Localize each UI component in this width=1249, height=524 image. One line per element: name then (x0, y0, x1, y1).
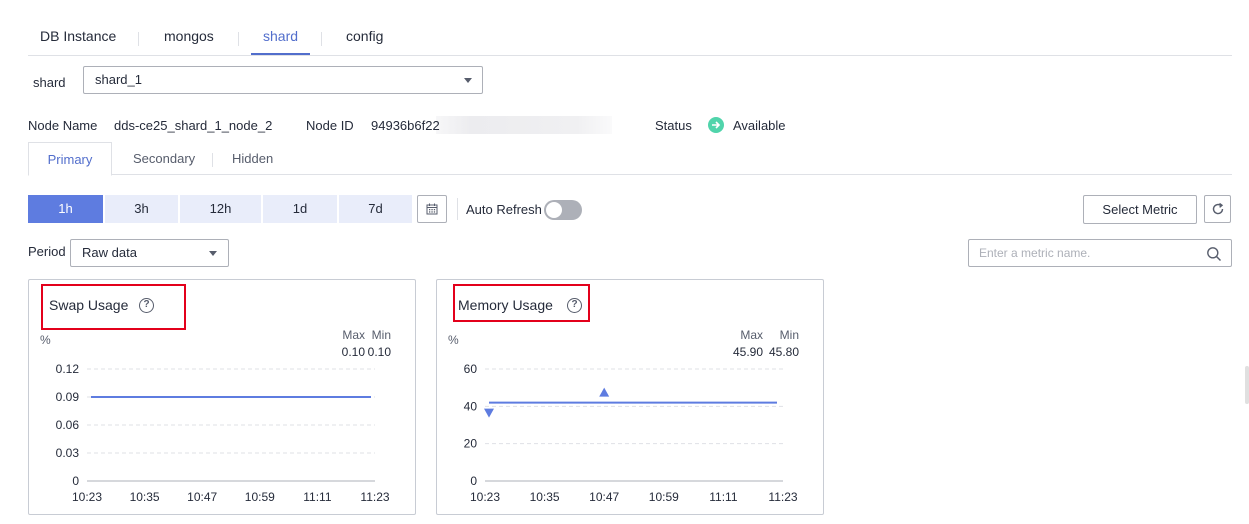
y-tick-label: 60 (464, 362, 478, 376)
range-1d-button[interactable]: 1d (263, 195, 337, 223)
search-icon[interactable] (1206, 246, 1222, 262)
top-tab-bar: DB Instance mongos shard config (28, 28, 1232, 56)
chevron-down-icon (464, 78, 472, 83)
range-7d-button[interactable]: 7d (339, 195, 412, 223)
x-tick-label: 11:23 (768, 490, 797, 504)
x-tick-label: 10:35 (130, 490, 160, 504)
y-tick-label: 0.12 (56, 362, 80, 376)
y-tick-label: 0 (470, 474, 477, 488)
auto-refresh-label: Auto Refresh (466, 202, 542, 217)
toolbar-divider (457, 198, 458, 220)
refresh-button[interactable] (1204, 195, 1231, 223)
shard-select[interactable]: shard_1 (83, 66, 483, 94)
min-label: Min (780, 328, 799, 342)
x-tick-label: 11:23 (360, 490, 389, 504)
scrollbar-handle[interactable] (1245, 366, 1249, 404)
x-tick-label: 10:35 (530, 490, 560, 504)
x-tick-label: 10:47 (187, 490, 217, 504)
x-tick-label: 10:47 (589, 490, 619, 504)
min-value: 45.80 (769, 345, 799, 359)
swap-usage-chart: % Max Min 0.10 0.10 0.12 0.09 0.06 0.03 0 10:23 10:… (40, 328, 392, 504)
toggle-knob (546, 202, 562, 218)
max-label: Max (342, 328, 365, 342)
calendar-button[interactable] (417, 195, 447, 223)
min-label: Min (372, 328, 391, 342)
node-id-redaction (436, 116, 612, 134)
metric-search-box (968, 239, 1232, 267)
tab-divider (138, 32, 139, 46)
min-marker (484, 408, 494, 418)
refresh-icon (1212, 202, 1223, 215)
y-tick-label: 0 (72, 474, 79, 488)
x-tick-label: 10:23 (72, 490, 102, 504)
auto-refresh-toggle[interactable] (544, 200, 582, 220)
y-tick-label: 0.09 (56, 390, 80, 404)
tab-divider (321, 32, 322, 46)
tab-db-instance[interactable]: DB Instance (40, 28, 116, 44)
x-tick-label: 10:59 (649, 490, 679, 504)
tab-shard[interactable]: shard (263, 28, 298, 44)
tab-hidden[interactable]: Hidden (232, 151, 273, 166)
period-select[interactable]: Raw data (70, 239, 229, 267)
status-value: Available (733, 118, 786, 133)
node-id-label: Node ID (306, 118, 354, 133)
active-tab-indicator (251, 53, 310, 55)
status-label: Status (655, 118, 692, 133)
tab-divider (212, 153, 213, 167)
node-name-value: dds-ce25_shard_1_node_2 (114, 118, 273, 133)
range-12h-button[interactable]: 12h (180, 195, 261, 223)
node-name-label: Node Name (28, 118, 98, 133)
period-label: Period (28, 244, 66, 259)
x-tick-label: 10:59 (245, 490, 275, 504)
calendar-icon (426, 203, 438, 215)
metric-search-input[interactable] (979, 240, 1199, 266)
x-tick-label: 11:11 (709, 490, 738, 504)
tab-mongos[interactable]: mongos (164, 28, 214, 44)
memory-usage-chart: % Max Min 45.90 45.80 60 40 20 0 10:23 10:35 10:47 1… (448, 328, 799, 504)
y-tick-label: 0.06 (56, 418, 80, 432)
range-3h-button[interactable]: 3h (105, 195, 178, 223)
memory-usage-chart-card: Memory Usage ? % Max Min 45.90 45.80 60 40 20 0 1… (436, 279, 824, 515)
node-id-value: 94936b6f22 (371, 118, 440, 133)
tab-secondary[interactable]: Secondary (133, 151, 195, 166)
max-label: Max (740, 328, 763, 342)
x-tick-label: 11:11 (303, 490, 332, 504)
swap-usage-chart-card: Swap Usage ? % Max Min 0.10 0.10 0.12 0.09 0.06… (28, 279, 416, 515)
chevron-down-icon (209, 251, 217, 256)
max-value: 45.90 (733, 345, 763, 359)
shard-select-value: shard_1 (95, 72, 142, 87)
y-unit-label: % (448, 333, 459, 347)
y-tick-label: 40 (464, 399, 478, 413)
shard-label: shard (33, 75, 66, 90)
tab-primary[interactable]: Primary (28, 142, 112, 176)
tab-config[interactable]: config (346, 28, 383, 44)
x-tick-label: 10:23 (470, 490, 500, 504)
range-1h-button[interactable]: 1h (28, 195, 103, 223)
period-select-value: Raw data (82, 245, 137, 260)
max-value: 0.10 (342, 345, 366, 359)
y-unit-label: % (40, 333, 51, 347)
max-marker (599, 387, 610, 397)
tab-divider (238, 32, 239, 46)
status-available-icon (708, 117, 724, 133)
y-tick-label: 20 (464, 437, 478, 451)
y-tick-label: 0.03 (56, 446, 80, 460)
min-value: 0.10 (368, 345, 392, 359)
node-role-tab-bar: Primary Secondary Hidden (28, 142, 1232, 176)
select-metric-button[interactable]: Select Metric (1083, 195, 1197, 224)
